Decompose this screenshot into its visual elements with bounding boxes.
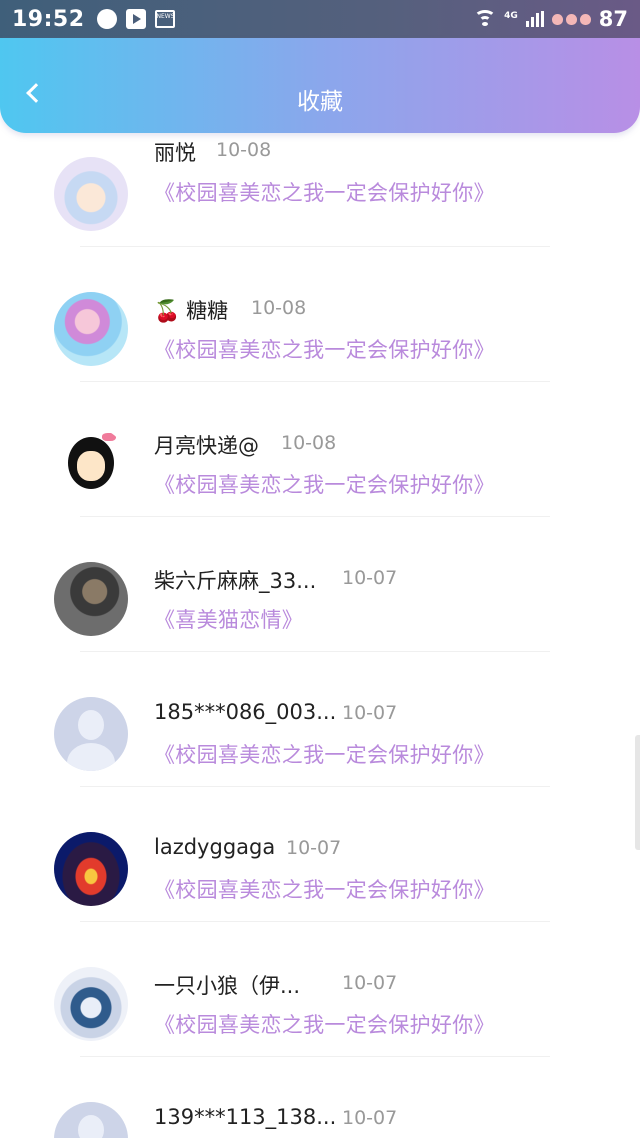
status-time: 19:52: [12, 6, 85, 32]
list-item[interactable]: 139***113_138... 10-07: [0, 1055, 640, 1138]
date: 10-07: [342, 1107, 398, 1129]
battery-icon: [551, 13, 591, 25]
user-name: 一只小狼（伊...: [154, 974, 301, 998]
avatar[interactable]: [54, 157, 128, 231]
list-item[interactable]: 月亮快递@ 10-08 《校园喜美恋之我一定会保护好你》: [0, 380, 640, 517]
list-item[interactable]: lazdyggaga 10-07 《校园喜美恋之我一定会保护好你》: [0, 785, 640, 922]
user-name: 柴六斤麻麻_33...: [154, 569, 317, 593]
date: 10-07: [342, 972, 398, 994]
news-icon: NEWS: [154, 10, 175, 28]
date: 10-08: [216, 139, 272, 161]
avatar[interactable]: [54, 292, 128, 366]
book-title[interactable]: 《校园喜美恋之我一定会保护好你》: [154, 739, 495, 769]
book-title[interactable]: 《校园喜美恋之我一定会保护好你》: [154, 1009, 495, 1039]
battery-level: 87: [598, 7, 628, 31]
list-item[interactable]: 🍒 糖糖 10-08 《校园喜美恋之我一定会保护好你》: [0, 245, 640, 382]
notification-dot-icon: [96, 9, 117, 29]
user-name: 139***113_138...: [154, 1105, 337, 1129]
list-item[interactable]: 185***086_003... 10-07 《校园喜美恋之我一定会保护好你》: [0, 650, 640, 787]
book-title[interactable]: 《喜美猫恋情》: [154, 604, 303, 634]
wifi-icon: [474, 10, 497, 28]
bow-icon: [102, 433, 116, 441]
date: 10-08: [281, 432, 337, 454]
avatar[interactable]: [54, 427, 128, 501]
signal-icon: [525, 11, 544, 27]
date: 10-07: [286, 837, 342, 859]
list-item[interactable]: 一只小狼（伊... 10-07 《校园喜美恋之我一定会保护好你》: [0, 920, 640, 1057]
date: 10-08: [251, 297, 307, 319]
book-title[interactable]: 《校园喜美恋之我一定会保护好你》: [154, 874, 495, 904]
book-title[interactable]: 《校园喜美恋之我一定会保护好你》: [154, 177, 495, 207]
network-type: 4G: [504, 11, 518, 21]
user-name: 月亮快递@: [154, 434, 259, 458]
user-name: 丽悦: [154, 141, 196, 165]
book-title[interactable]: 《校园喜美恋之我一定会保护好你》: [154, 469, 495, 499]
status-bar: 19:52 NEWS 4G 87: [0, 0, 640, 38]
date: 10-07: [342, 567, 398, 589]
user-name: 🍒 糖糖: [154, 299, 229, 323]
book-title[interactable]: 《校园喜美恋之我一定会保护好你》: [154, 334, 495, 364]
avatar[interactable]: [54, 562, 128, 636]
cherry-icon: 🍒: [154, 299, 181, 323]
user-name: lazdyggaga: [154, 835, 276, 859]
play-icon: [125, 9, 146, 29]
avatar[interactable]: [54, 967, 128, 1041]
face-icon: [68, 437, 114, 489]
avatar[interactable]: [54, 1102, 128, 1138]
avatar[interactable]: [54, 697, 128, 771]
avatar[interactable]: [54, 832, 128, 906]
list-item[interactable]: 柴六斤麻麻_33... 10-07 《喜美猫恋情》: [0, 515, 640, 652]
user-name: 185***086_003...: [154, 700, 337, 724]
notification-icons: NEWS: [96, 9, 175, 29]
list-item[interactable]: 丽悦 10-08 《校园喜美恋之我一定会保护好你》: [0, 110, 640, 247]
date: 10-07: [342, 702, 398, 724]
status-right: 4G 87: [474, 7, 628, 31]
